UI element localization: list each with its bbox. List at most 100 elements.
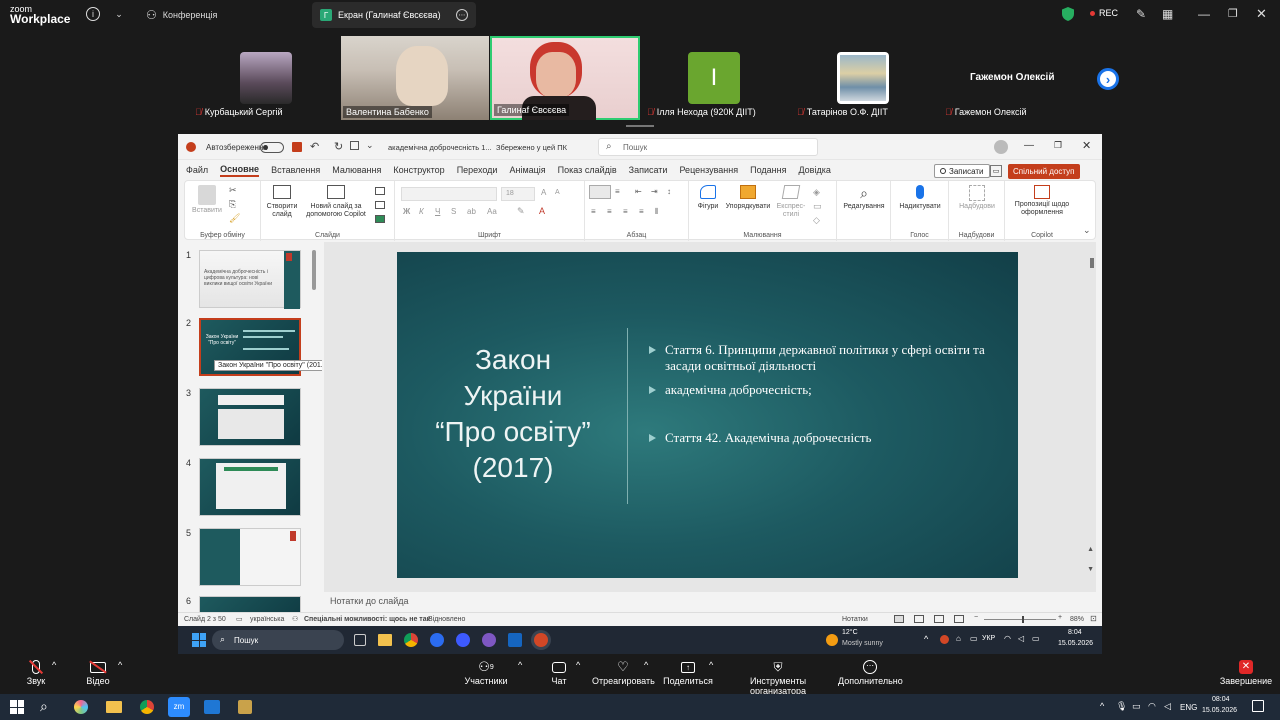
tab-insert[interactable]: Вставлення — [271, 165, 320, 175]
audio-options-icon[interactable]: ^ — [52, 660, 56, 670]
tab-help[interactable]: Довідка — [798, 165, 830, 175]
chat-options-icon[interactable]: ^ — [576, 660, 580, 670]
align-center-icon[interactable]: ≡ — [607, 207, 612, 216]
numbering-icon[interactable]: ≡ — [615, 187, 620, 196]
line-spacing-icon[interactable]: ↕ — [667, 187, 671, 196]
tab-file[interactable]: Файл — [186, 165, 208, 175]
share-options-icon[interactable]: ^ — [709, 660, 713, 670]
present-icon[interactable] — [350, 141, 359, 150]
more-icon[interactable]: ⋯ — [456, 9, 468, 21]
grow-font-icon[interactable]: A — [541, 188, 546, 197]
saved-status[interactable]: Збережено у цей ПК — [496, 143, 567, 152]
undo-icon[interactable]: ↶ — [310, 140, 319, 153]
tray-app-icon[interactable]: ⌂ — [956, 634, 961, 643]
minimize-icon[interactable]: — — [1198, 7, 1210, 21]
language-status[interactable]: українська — [250, 616, 284, 623]
tab-slideshow[interactable]: Показ слайдів — [558, 165, 617, 175]
autosave-toggle[interactable] — [260, 142, 284, 153]
react-options-icon[interactable]: ^ — [644, 660, 648, 670]
search-input[interactable]: ⌕ Пошук — [598, 138, 818, 156]
video-options-icon[interactable]: ^ — [118, 660, 122, 670]
task-view-icon[interactable] — [354, 634, 366, 646]
restore-icon[interactable]: ❐ — [1228, 7, 1238, 20]
tab-draw[interactable]: Малювання — [332, 165, 381, 175]
shrink-font-icon[interactable]: A — [555, 189, 560, 196]
underline-icon[interactable]: Ч — [435, 207, 440, 216]
record-button[interactable]: Записати — [934, 164, 990, 178]
quick-styles-button[interactable]: Експрес-стилі — [773, 185, 809, 219]
shape-effects-icon[interactable]: ◇ — [813, 215, 820, 226]
zoom-app-icon[interactable]: zm — [168, 697, 190, 717]
strikethrough-icon[interactable]: S — [451, 207, 456, 216]
align-right-icon[interactable]: ≡ — [623, 207, 628, 216]
designer-button[interactable]: Пропозиції щодо оформлення — [1007, 185, 1077, 217]
notifications-icon[interactable] — [1252, 700, 1264, 712]
tab-transitions[interactable]: Переходи — [457, 165, 498, 175]
slide-thumb-1[interactable]: Академічна доброчесність і цифрова культ… — [199, 250, 301, 309]
cut-icon[interactable]: ✂ — [229, 185, 237, 196]
indent-icon[interactable]: ⇤ — [635, 187, 642, 196]
format-painter-icon[interactable]: 🖌 — [229, 213, 240, 224]
copilot-icon[interactable] — [74, 700, 88, 714]
participant-tile[interactable]: Гажемон Олексій 🎙̸ Гажемон Олексій — [940, 36, 1090, 120]
clock-date[interactable]: 15.05.2026 — [1202, 707, 1237, 714]
next-page-icon[interactable]: › — [1097, 68, 1119, 90]
zoom-out-icon[interactable]: − — [974, 614, 978, 621]
participant-tile[interactable]: 🎙̸ Курбацький Сергій — [190, 36, 338, 120]
copilot-slide-button[interactable]: Новий слайд за допомогою Copilot — [301, 185, 371, 219]
shapes-button[interactable]: Фігури — [693, 185, 723, 210]
slide-bullet[interactable]: академічна доброчесність; — [647, 382, 997, 398]
input-language[interactable]: ENG — [1180, 703, 1197, 712]
tray-app-icon[interactable]: ▭ — [1132, 701, 1141, 712]
taskbar-search[interactable]: ⌕ Пошук — [212, 630, 344, 650]
volume-icon[interactable]: ◁ — [1018, 634, 1024, 643]
justify-icon[interactable]: ≡ — [639, 207, 644, 216]
comments-icon[interactable]: ▭ — [990, 165, 1002, 177]
host-tools-button[interactable]: ⛨ Инструменты организатора — [724, 658, 832, 697]
clock-date[interactable]: 15.05.2026 — [1058, 640, 1093, 647]
viber-icon[interactable] — [482, 633, 496, 647]
redo-icon[interactable]: ↻ — [334, 140, 343, 153]
tab-design[interactable]: Конструктор — [393, 165, 444, 175]
file-explorer-icon[interactable] — [106, 701, 122, 713]
next-slide-icon[interactable]: ▼ — [1087, 566, 1094, 573]
slide-thumb-3[interactable] — [199, 388, 301, 446]
notes-button[interactable]: Нотатки — [842, 616, 868, 623]
chat-button[interactable]: Чат — [544, 658, 574, 686]
collapse-ribbon-icon[interactable]: ⌄ — [1083, 225, 1091, 236]
outdent-icon[interactable]: ⇥ — [651, 187, 658, 196]
share-button[interactable]: Спільний доступ — [1008, 164, 1080, 179]
customize-qat-icon[interactable]: ⌄ — [366, 140, 374, 151]
annotate-icon[interactable]: ✎ — [1136, 7, 1146, 21]
layout-icon[interactable] — [375, 187, 385, 195]
arrange-button[interactable]: Упорядкувати — [723, 185, 773, 210]
italic-icon[interactable]: К — [419, 207, 424, 216]
tray-app-icon[interactable]: ▭ — [970, 634, 978, 643]
case-icon[interactable]: Aa — [487, 207, 497, 216]
chrome-icon[interactable] — [140, 700, 154, 714]
tab-review[interactable]: Рецензування — [679, 165, 738, 175]
slide-bullet[interactable]: Стаття 42. Академічна доброчесність — [647, 430, 997, 446]
slide-title[interactable]: Закон України “Про освіту” (2017) — [427, 342, 599, 486]
slide-bullet[interactable]: Стаття 6. Принципи державної політики у … — [647, 342, 997, 374]
zoom-in-icon[interactable]: + — [1058, 614, 1062, 621]
zoom-app-icon[interactable] — [456, 633, 470, 647]
participant-tile-active[interactable]: Галинаf Євсєєва — [490, 36, 640, 120]
fit-slide-icon[interactable]: ⊡ — [1090, 614, 1097, 623]
network-icon[interactable]: ◠ — [1148, 701, 1156, 712]
microphone-icon[interactable]: 🎙 — [1116, 701, 1127, 712]
chevron-down-icon[interactable]: ⌄ — [112, 7, 126, 21]
align-left-icon[interactable]: ≡ — [591, 207, 596, 216]
close-icon[interactable]: ✕ — [1082, 139, 1091, 152]
bold-icon[interactable]: Ж — [403, 207, 410, 216]
app-icon[interactable] — [204, 700, 220, 714]
outlook-icon[interactable] — [508, 633, 522, 647]
tray-app-icon[interactable] — [940, 635, 949, 644]
slide-thumb-4[interactable] — [199, 458, 301, 516]
save-icon[interactable] — [292, 142, 302, 152]
participant-tile[interactable]: 🎙̸ Татарінов О.Ф. ДІІТ — [792, 36, 938, 120]
editing-button[interactable]: ⌕ Редагування — [839, 185, 889, 210]
close-icon[interactable]: ✕ — [1256, 6, 1267, 22]
minimize-icon[interactable]: — — [1024, 140, 1034, 151]
prev-slide-icon[interactable]: ▲ — [1087, 546, 1094, 553]
